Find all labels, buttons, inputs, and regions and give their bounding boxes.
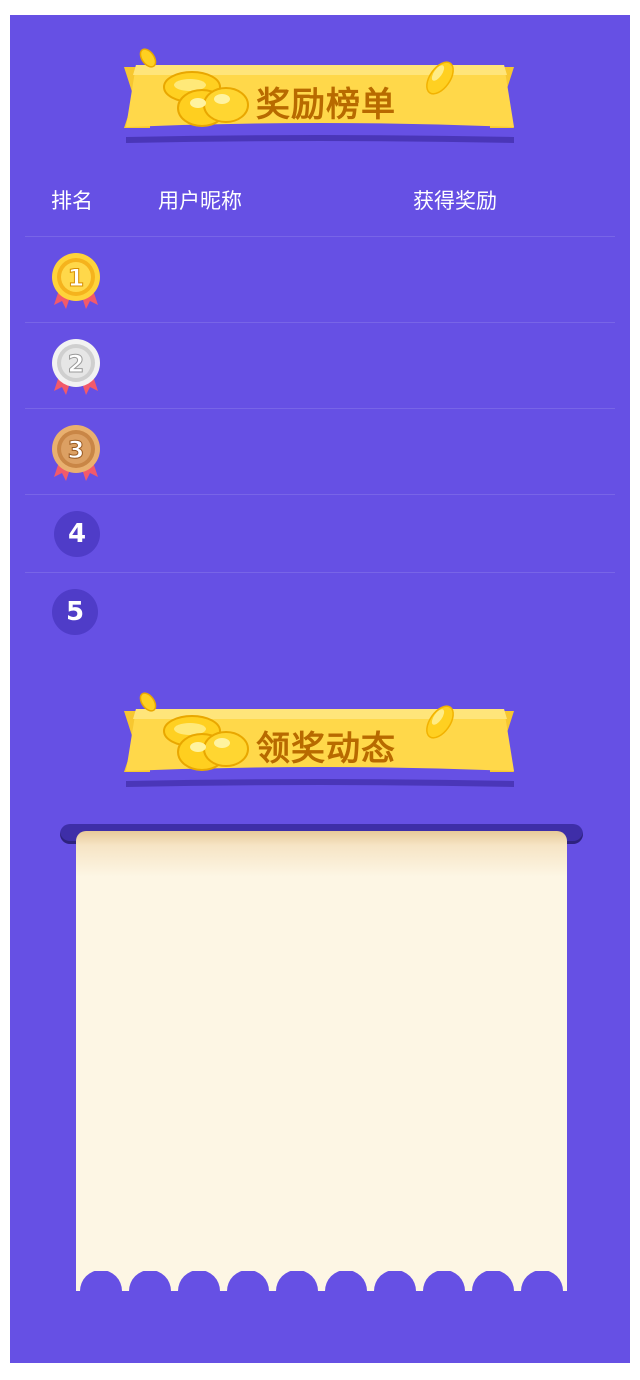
rank-number: 1 <box>68 264 85 292</box>
claims-feed-panel[interactable] <box>76 831 567 1289</box>
table-row: 3 <box>50 423 102 483</box>
bronze-medal-icon: 3 <box>52 425 100 481</box>
page-panel: 奖励榜单 排名 用户昵称 获得奖励 1 2 3 4 5 领奖动态 <box>10 15 630 1363</box>
column-rank: 排名 <box>51 189 93 213</box>
column-nickname: 用户昵称 <box>158 189 242 213</box>
rank-badge: 4 <box>54 511 100 557</box>
rank-number: 2 <box>68 350 85 378</box>
table-row: 1 <box>50 251 102 311</box>
silver-medal-icon: 2 <box>52 339 100 395</box>
row-divider <box>25 408 615 409</box>
leaderboard-header: 排名 用户昵称 获得奖励 <box>10 185 630 217</box>
claims-banner: 领奖动态 <box>10 659 630 787</box>
claims-title: 领奖动态 <box>256 729 396 769</box>
leaderboard-title: 奖励榜单 <box>256 85 396 125</box>
rank-badge: 5 <box>52 589 98 635</box>
gold-medal-icon: 1 <box>52 253 100 309</box>
row-divider <box>25 322 615 323</box>
row-divider <box>25 236 615 237</box>
leaderboard-banner: 奖励榜单 <box>10 15 630 143</box>
rank-number: 3 <box>68 436 85 464</box>
scroll-scallop-edge <box>76 1271 567 1291</box>
column-reward: 获得奖励 <box>413 189 497 213</box>
row-divider <box>25 572 615 573</box>
table-row: 2 <box>50 337 102 397</box>
row-divider <box>25 494 615 495</box>
